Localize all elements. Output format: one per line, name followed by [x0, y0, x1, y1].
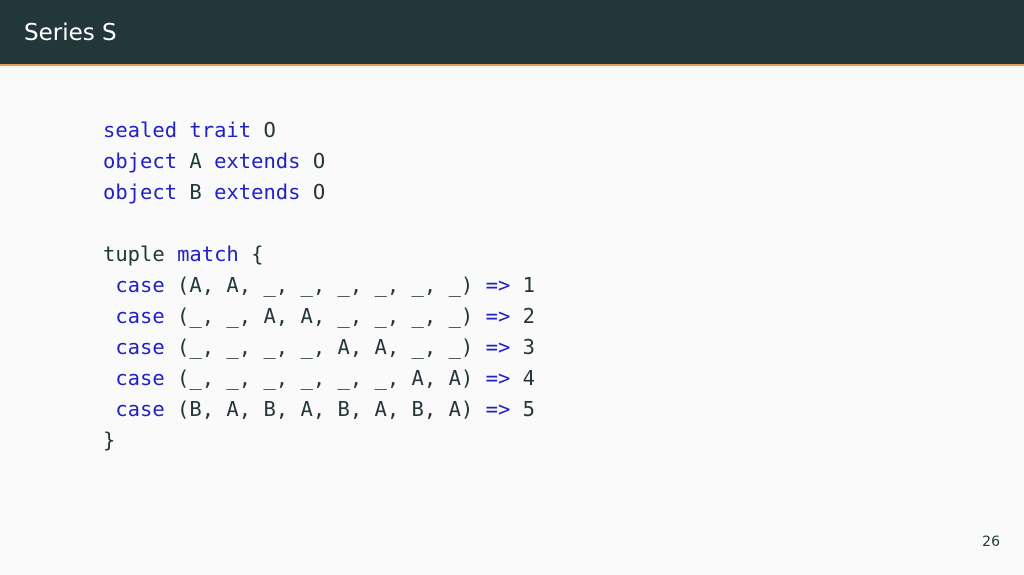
code-block: sealed trait Oobject A extends Oobject B… — [103, 115, 535, 456]
slide-title: Series S — [24, 20, 117, 46]
code-line: case (A, A, _, _, _, _, _, _) => 1 — [103, 270, 535, 301]
code-text: (A, A, _, _, _, _, _, _) — [164, 273, 486, 297]
code-keyword: => — [485, 273, 511, 297]
code-line: object A extends O — [103, 146, 535, 177]
code-text: } — [103, 428, 116, 452]
code-text: O — [300, 180, 326, 204]
code-keyword: object — [103, 149, 178, 173]
slide-header: Series S — [0, 0, 1024, 66]
code-keyword: case — [115, 304, 165, 328]
code-keyword: match — [177, 242, 239, 266]
code-text: O — [300, 149, 326, 173]
code-keyword: case — [115, 397, 165, 421]
code-keyword: object — [103, 180, 178, 204]
code-text: 1 — [510, 273, 535, 297]
code-line: case (_, _, A, A, _, _, _, _) => 2 — [103, 301, 535, 332]
code-text: (_, _, _, _, A, A, _, _) — [164, 335, 486, 359]
code-text: 2 — [510, 304, 535, 328]
code-text: (_, _, _, _, _, _, A, A) — [164, 366, 486, 390]
code-keyword: => — [485, 397, 511, 421]
code-text: 5 — [510, 397, 535, 421]
code-keyword: => — [485, 366, 511, 390]
code-keyword: case — [115, 366, 165, 390]
code-line: case (_, _, _, _, _, _, A, A) => 4 — [103, 363, 535, 394]
code-text: (B, A, B, A, B, A, B, A) — [164, 397, 486, 421]
code-line: sealed trait O — [103, 115, 535, 146]
code-line: } — [103, 425, 535, 456]
code-text: O — [251, 118, 276, 142]
code-line: case (B, A, B, A, B, A, B, A) => 5 — [103, 394, 535, 425]
page-number: 26 — [982, 534, 1000, 550]
code-keyword: extends — [214, 180, 301, 204]
code-text: tuple — [103, 242, 178, 266]
code-text: (_, _, A, A, _, _, _, _) — [164, 304, 486, 328]
code-text: { — [238, 242, 264, 266]
code-keyword: => — [485, 304, 511, 328]
code-line: case (_, _, _, _, A, A, _, _) => 3 — [103, 332, 535, 363]
code-keyword: case — [115, 335, 165, 359]
code-keyword: extends — [214, 149, 301, 173]
code-line: tuple match { — [103, 239, 535, 270]
code-keyword: sealed trait — [103, 118, 252, 142]
code-text: 4 — [510, 366, 535, 390]
code-keyword: case — [115, 273, 165, 297]
code-line: object B extends O — [103, 177, 535, 208]
code-text: B — [177, 180, 215, 204]
code-keyword: => — [485, 335, 511, 359]
code-text: A — [177, 149, 215, 173]
code-text: 3 — [510, 335, 535, 359]
